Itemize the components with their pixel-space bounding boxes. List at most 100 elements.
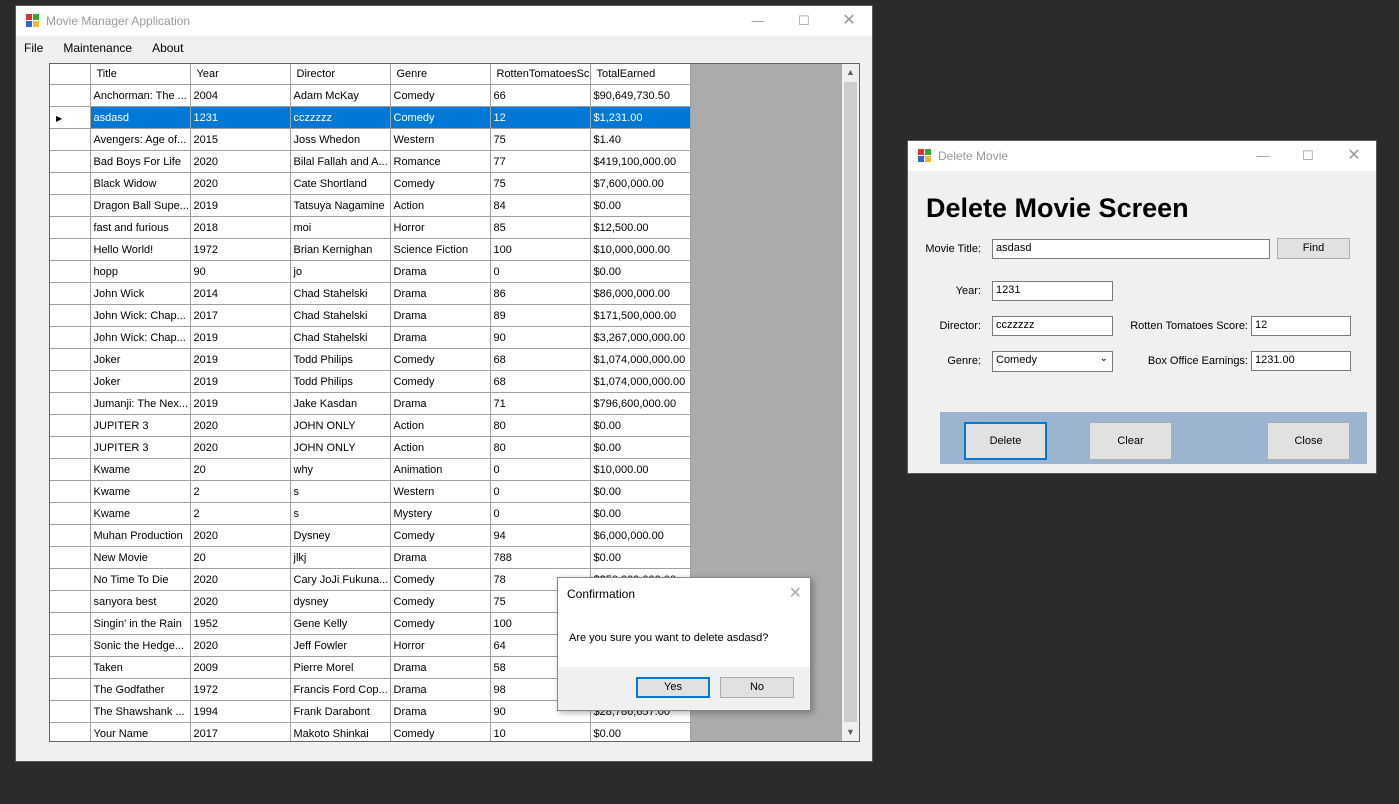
close-icon[interactable]: ✕ [1331, 141, 1377, 171]
table-cell[interactable]: 2019 [190, 326, 291, 349]
table-row[interactable]: Hello World! 1972 Brian Kernighan Science F… [50, 238, 691, 261]
table-cell[interactable]: Comedy [390, 524, 491, 547]
minimize-icon[interactable]: — [735, 6, 781, 36]
table-cell[interactable]: Romance [390, 150, 491, 173]
table-row[interactable]: Dragon Ball Supe... 2019 Tatsuya Nagamine A… [50, 194, 691, 217]
table-cell[interactable]: 77 [490, 150, 591, 173]
table-cell[interactable]: John Wick: Chap... [90, 326, 191, 349]
table-cell[interactable]: No Time To Die [90, 568, 191, 591]
table-cell[interactable]: 2020 [190, 436, 291, 459]
table-cell[interactable]: $0.00 [590, 502, 691, 525]
delete-titlebar[interactable]: Delete Movie — ☐ ✕ [908, 141, 1376, 171]
table-cell[interactable]: Western [390, 480, 491, 503]
table-cell[interactable]: 80 [490, 414, 591, 437]
table-cell[interactable]: Horror [390, 216, 491, 239]
table-cell[interactable]: Gene Kelly [290, 612, 391, 635]
table-cell[interactable]: $86,000,000.00 [590, 282, 691, 305]
table-cell[interactable]: Cary JoJi Fukuna... [290, 568, 391, 591]
table-cell[interactable]: 20 [190, 458, 291, 481]
year-input[interactable]: 1231 [992, 281, 1113, 301]
table-row[interactable]: JUPITER 3 2020 JOHN ONLY Action 80 $0.00 [50, 436, 691, 459]
table-row[interactable]: John Wick: Chap... 2019 Chad Stahelski Dram… [50, 326, 691, 349]
table-cell[interactable]: 0 [490, 458, 591, 481]
table-cell[interactable]: $0.00 [590, 546, 691, 569]
table-cell[interactable]: $1,231.00 [590, 106, 691, 129]
table-cell[interactable]: 12 [490, 106, 591, 129]
table-cell[interactable]: 2014 [190, 282, 291, 305]
table-cell[interactable]: $419,100,000.00 [590, 150, 691, 173]
table-cell[interactable]: John Wick [90, 282, 191, 305]
table-cell[interactable]: $0.00 [590, 480, 691, 503]
table-cell[interactable]: Science Fiction [390, 238, 491, 261]
table-cell[interactable]: 90 [190, 260, 291, 283]
table-cell[interactable]: $0.00 [590, 260, 691, 283]
row-header[interactable] [50, 194, 91, 217]
table-cell[interactable]: John Wick: Chap... [90, 304, 191, 327]
table-cell[interactable]: 2 [190, 480, 291, 503]
menu-file[interactable]: File [16, 36, 51, 55]
row-header[interactable] [50, 238, 91, 261]
table-cell[interactable]: $0.00 [590, 436, 691, 459]
clear-button[interactable]: Clear [1089, 422, 1172, 460]
table-cell[interactable]: fast and furious [90, 216, 191, 239]
table-cell[interactable]: 1231 [190, 106, 291, 129]
row-header[interactable] [50, 84, 91, 107]
row-header[interactable] [50, 436, 91, 459]
table-cell[interactable]: 2017 [190, 722, 291, 741]
row-header[interactable] [50, 590, 91, 613]
row-header[interactable] [50, 502, 91, 525]
table-cell[interactable]: Jumanji: The Nex... [90, 392, 191, 415]
genre-select[interactable]: Comedy ⌄ [992, 351, 1113, 372]
table-cell[interactable]: Jake Kasdan [290, 392, 391, 415]
yes-button[interactable]: Yes [636, 677, 710, 698]
table-cell[interactable]: $171,500,000.00 [590, 304, 691, 327]
table-cell[interactable]: Dragon Ball Supe... [90, 194, 191, 217]
table-cell[interactable]: Comedy [390, 172, 491, 195]
table-cell[interactable]: 2015 [190, 128, 291, 151]
column-header[interactable]: Genre [390, 64, 491, 85]
movie-title-input[interactable]: asdasd [992, 239, 1270, 259]
row-header[interactable] [50, 414, 91, 437]
table-cell[interactable]: Comedy [390, 590, 491, 613]
table-cell[interactable]: 2019 [190, 194, 291, 217]
menu-maintenance[interactable]: Maintenance [51, 36, 140, 55]
table-cell[interactable]: JUPITER 3 [90, 436, 191, 459]
dialog-close-icon[interactable]: ✕ [789, 583, 802, 603]
table-cell[interactable]: Drama [390, 656, 491, 679]
column-header[interactable]: RottenTomatoesSc [490, 64, 591, 85]
table-cell[interactable]: Bad Boys For Life [90, 150, 191, 173]
box-office-input[interactable]: 1231.00 [1251, 351, 1351, 371]
table-cell[interactable]: hopp [90, 260, 191, 283]
row-header[interactable]: ▶ [50, 106, 91, 129]
table-cell[interactable]: 2017 [190, 304, 291, 327]
table-cell[interactable]: 2019 [190, 370, 291, 393]
close-button[interactable]: Close [1267, 422, 1350, 460]
row-header[interactable] [50, 568, 91, 591]
table-cell[interactable]: 89 [490, 304, 591, 327]
table-row[interactable]: New Movie 20 jlkj Drama 788 $0.00 [50, 546, 691, 569]
table-cell[interactable]: 10 [490, 722, 591, 741]
table-cell[interactable]: $12,500.00 [590, 216, 691, 239]
table-cell[interactable]: 2 [190, 502, 291, 525]
table-cell[interactable]: s [290, 480, 391, 503]
table-row[interactable]: Kwame 20 why Animation 0 $10,000.00 [50, 458, 691, 481]
table-cell[interactable]: 2004 [190, 84, 291, 107]
find-button[interactable]: Find [1277, 238, 1350, 259]
table-row[interactable]: Kwame 2 s Western 0 $0.00 [50, 480, 691, 503]
table-cell[interactable]: 0 [490, 480, 591, 503]
minimize-icon[interactable]: — [1240, 141, 1286, 171]
table-cell[interactable]: Avengers: Age of... [90, 128, 191, 151]
row-header[interactable] [50, 524, 91, 547]
table-cell[interactable]: 2009 [190, 656, 291, 679]
table-cell[interactable]: Joss Whedon [290, 128, 391, 151]
table-row[interactable]: Bad Boys For Life 2020 Bilal Fallah and A.… [50, 150, 691, 173]
table-cell[interactable]: Taken [90, 656, 191, 679]
scroll-thumb[interactable] [844, 82, 857, 722]
table-row[interactable]: Joker 2019 Todd Philips Comedy 68 $1,074,000,… [50, 348, 691, 371]
row-header[interactable] [50, 634, 91, 657]
table-row[interactable]: Muhan Production 2020 Dysney Comedy 94 $6,000… [50, 524, 691, 547]
maximize-icon[interactable]: ☐ [781, 6, 827, 36]
maximize-icon[interactable]: ☐ [1285, 141, 1331, 171]
row-header[interactable] [50, 150, 91, 173]
table-cell[interactable]: 2020 [190, 150, 291, 173]
